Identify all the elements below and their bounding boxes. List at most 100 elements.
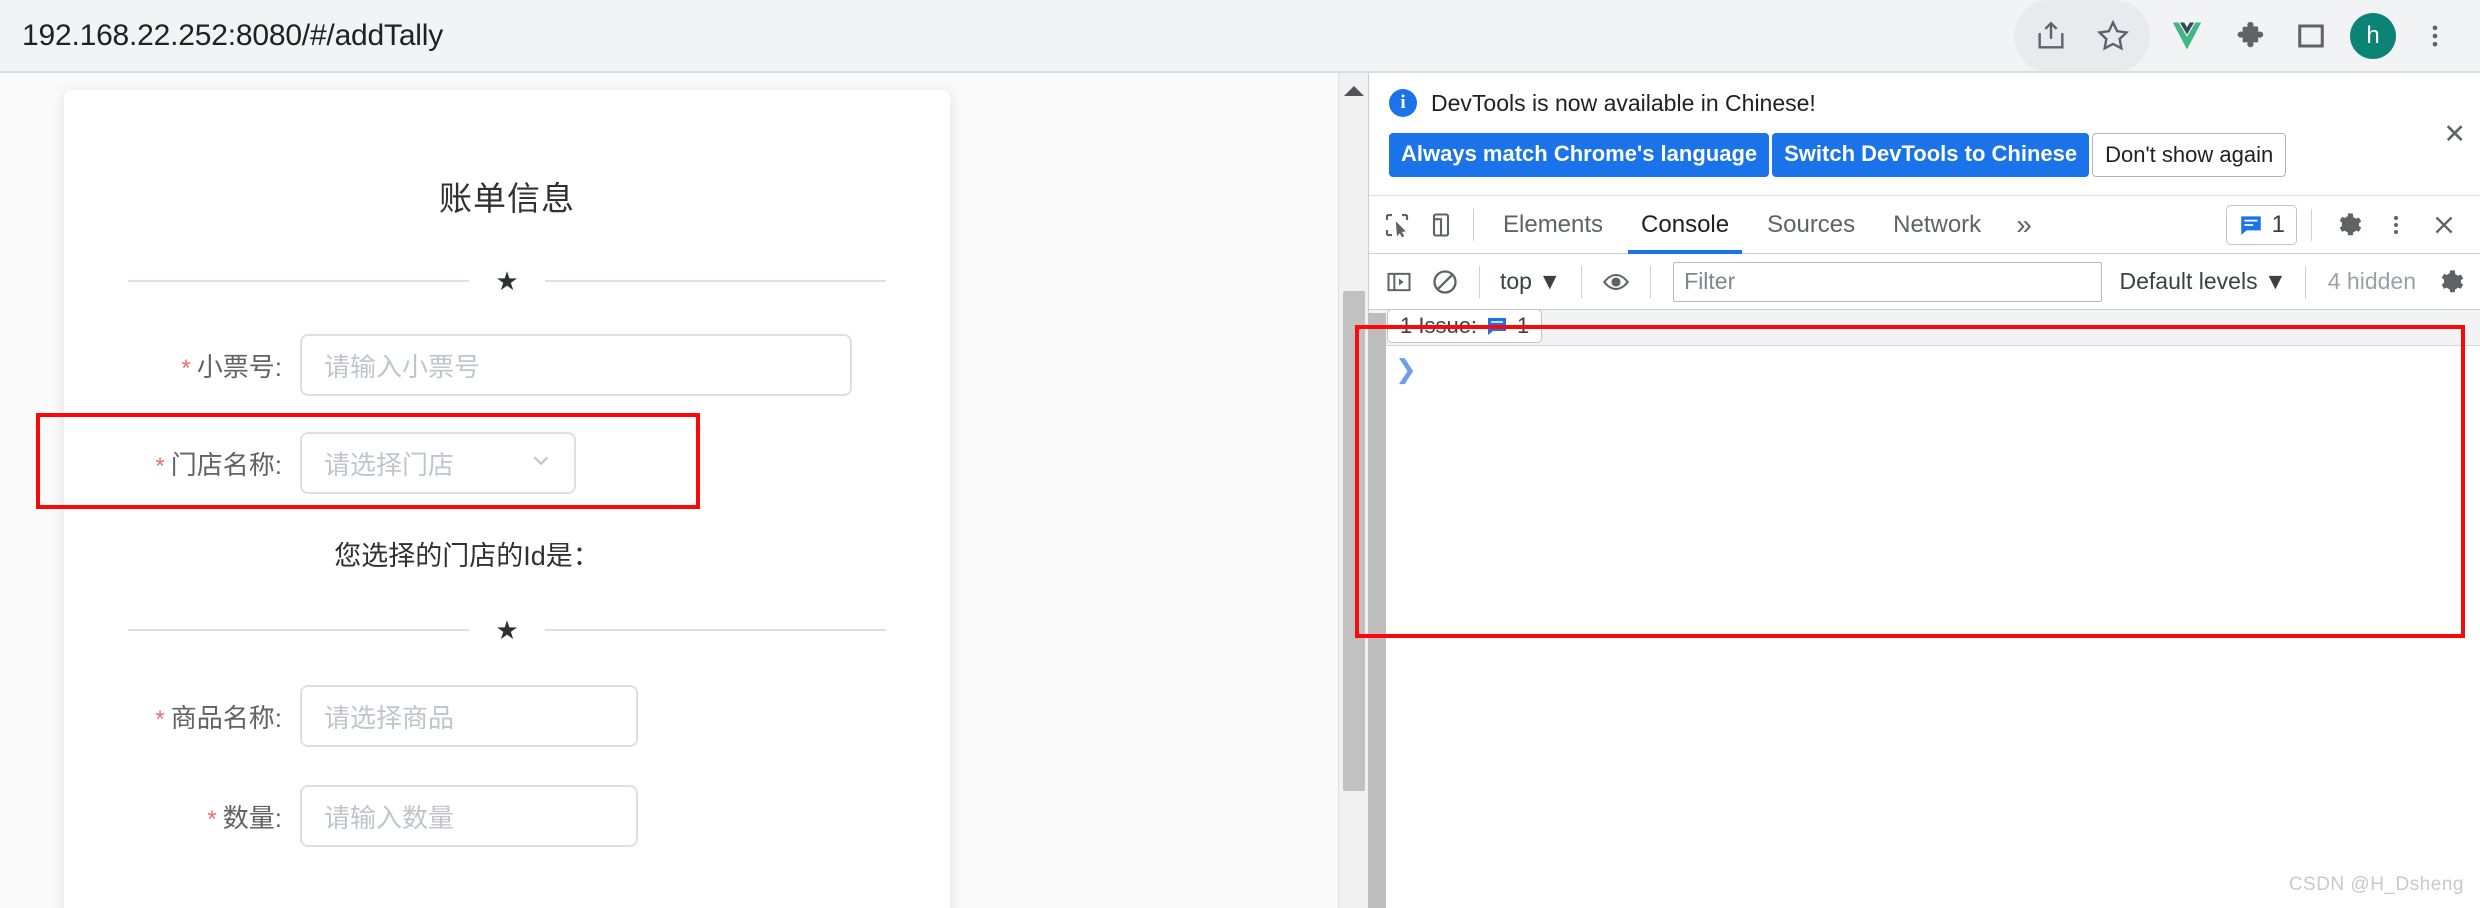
product-name-input[interactable]: 请选择商品 bbox=[300, 685, 638, 747]
console-filter-input[interactable]: Filter bbox=[1673, 261, 2102, 302]
extension-toolbar: h bbox=[2156, 5, 2480, 67]
info-icon: i bbox=[1389, 89, 1417, 117]
side-panel-icon[interactable] bbox=[2280, 5, 2342, 67]
receipt-number-placeholder: 请输入小票号 bbox=[324, 351, 481, 382]
screenshot-root: 192.168.22.252:8080/#/addTally h 账单信息 ★ … bbox=[0, 0, 2480, 908]
vue-devtools-icon[interactable] bbox=[2156, 5, 2218, 67]
scrollbar-thumb[interactable] bbox=[1343, 291, 1365, 791]
toolbar-divider-2 bbox=[1581, 265, 1583, 298]
hidden-messages-count: 4 hidden bbox=[2327, 268, 2416, 295]
switch-to-chinese-button[interactable]: Switch DevTools to Chinese bbox=[1772, 133, 2090, 178]
issues-label: 1 Issue: bbox=[1400, 312, 1478, 338]
console-issues-bar: 1 Issue: 1 bbox=[1369, 308, 2480, 347]
tab-sources[interactable]: Sources bbox=[1748, 196, 1874, 254]
required-asterisk: * bbox=[207, 805, 217, 833]
console-settings-gear-icon[interactable] bbox=[2428, 260, 2472, 304]
page-scrollbar[interactable] bbox=[1338, 73, 1368, 908]
divider-top: ★ bbox=[64, 268, 950, 294]
divider-line-left bbox=[128, 629, 470, 631]
console-prompt-icon: ❯ bbox=[1395, 354, 1417, 385]
devtools-tab-bar: Elements Console Sources Network » 1 bbox=[1369, 196, 2480, 255]
dont-show-again-button[interactable]: Don't show again bbox=[2092, 133, 2287, 178]
chevron-down-icon: ▼ bbox=[2263, 268, 2287, 295]
browser-toolbar: 192.168.22.252:8080/#/addTally h bbox=[0, 0, 2480, 72]
scroll-up-arrow-icon[interactable] bbox=[1343, 86, 1364, 96]
always-match-language-button[interactable]: Always match Chrome's language bbox=[1389, 133, 1770, 178]
star-icon: ★ bbox=[495, 615, 519, 645]
close-icon[interactable]: ✕ bbox=[2443, 121, 2466, 148]
devtools-panel: i DevTools is now available in Chinese! … bbox=[1368, 73, 2480, 908]
form-row-quantity: * 数量: 请输入数量 bbox=[64, 785, 950, 847]
label-product-name: * 商品名称: bbox=[155, 702, 282, 733]
live-expression-eye-icon[interactable] bbox=[1594, 260, 1638, 304]
watermark: CSDN @H_Dsheng bbox=[2288, 874, 2464, 895]
page-title: 账单信息 bbox=[439, 180, 575, 217]
divider-line-right bbox=[544, 280, 886, 282]
label-store-name: * 门店名称: bbox=[155, 449, 282, 480]
close-devtools-icon[interactable] bbox=[2422, 203, 2466, 247]
inspect-element-icon[interactable] bbox=[1375, 203, 1419, 247]
quantity-input[interactable]: 请输入数量 bbox=[300, 785, 638, 847]
tab-network[interactable]: Network bbox=[1874, 196, 2000, 254]
url-text: 192.168.22.252:8080/#/addTally bbox=[22, 19, 444, 52]
tabbar-divider bbox=[1473, 208, 1474, 241]
device-toolbar-icon[interactable] bbox=[1419, 203, 1463, 247]
star-outline-icon[interactable] bbox=[2082, 5, 2144, 67]
avatar-letter: h bbox=[2350, 13, 2396, 59]
share-icon[interactable] bbox=[2020, 5, 2082, 67]
gear-icon[interactable] bbox=[2326, 203, 2370, 247]
devtools-tabbar-actions: 1 bbox=[2225, 203, 2474, 247]
label-quantity: * 数量: bbox=[207, 802, 282, 833]
required-asterisk: * bbox=[155, 452, 165, 480]
divider-line-right bbox=[544, 629, 886, 631]
three-dot-menu-icon[interactable] bbox=[2404, 5, 2466, 67]
chevron-down-icon[interactable] bbox=[528, 448, 554, 479]
divider-bottom: ★ bbox=[64, 617, 950, 643]
banner-message: DevTools is now available in Chinese! bbox=[1431, 89, 1816, 116]
form-row-receipt-number: * 小票号: 请输入小票号 bbox=[64, 334, 950, 396]
label-receipt-number: * 小票号: bbox=[181, 351, 282, 382]
selected-store-id-note: 您选择的门店的Id是： bbox=[334, 541, 600, 571]
issues-badge-button[interactable]: 1 bbox=[2225, 204, 2297, 245]
omnibox-actions bbox=[2014, 0, 2150, 72]
receipt-number-input[interactable]: 请输入小票号 bbox=[300, 334, 852, 396]
quantity-placeholder: 请输入数量 bbox=[324, 802, 455, 833]
divider-line-left bbox=[128, 280, 470, 282]
form-row-product-name: * 商品名称: 请选择商品 bbox=[64, 685, 950, 747]
tab-elements[interactable]: Elements bbox=[1484, 196, 1622, 254]
console-output-area[interactable]: ❯ bbox=[1369, 346, 2480, 908]
filter-placeholder: Filter bbox=[1684, 268, 1736, 295]
log-levels-select[interactable]: Default levels ▼ bbox=[2114, 268, 2293, 295]
devtools-left-scroll-strip bbox=[1368, 313, 1386, 908]
tab-console[interactable]: Console bbox=[1622, 196, 1748, 254]
star-icon: ★ bbox=[495, 266, 519, 296]
store-name-select[interactable]: 请选择门店 bbox=[300, 432, 576, 494]
web-page-content: 账单信息 ★ * 小票号: 请输入小票号 * 门店名称: 请选择门店 您选择的门… bbox=[0, 73, 1368, 908]
message-icon bbox=[2240, 216, 2261, 235]
issues-summary-button[interactable]: 1 Issue: 1 bbox=[1387, 308, 1543, 343]
address-bar[interactable]: 192.168.22.252:8080/#/addTally bbox=[0, 0, 2014, 72]
avatar[interactable]: h bbox=[2342, 5, 2404, 67]
more-tabs-icon[interactable]: » bbox=[2000, 209, 2048, 241]
toolbar-divider-4 bbox=[2304, 265, 2306, 298]
message-icon bbox=[1488, 317, 1507, 335]
console-toolbar: top ▼ Filter Default levels ▼ 4 hidden bbox=[1369, 254, 2480, 311]
clear-console-icon[interactable] bbox=[1423, 260, 1467, 304]
console-sidebar-toggle-icon[interactable] bbox=[1377, 260, 1421, 304]
banner-message-row: i DevTools is now available in Chinese! bbox=[1389, 89, 2460, 117]
product-name-placeholder: 请选择商品 bbox=[324, 702, 455, 733]
devtools-menu-icon[interactable] bbox=[2374, 203, 2418, 247]
toolbar-divider-1 bbox=[1479, 265, 1480, 298]
chevron-down-icon: ▼ bbox=[1538, 268, 1562, 295]
actions-divider bbox=[2311, 208, 2312, 241]
banner-buttons: Always match Chrome's language Switch De… bbox=[1389, 133, 2460, 178]
puzzle-piece-icon[interactable] bbox=[2218, 5, 2280, 67]
execution-context-select[interactable]: top ▼ bbox=[1492, 268, 1569, 295]
issues-bar-count: 1 bbox=[1517, 312, 1530, 338]
required-asterisk: * bbox=[181, 354, 191, 382]
form-row-store-name: * 门店名称: 请选择门店 bbox=[64, 432, 950, 494]
required-asterisk: * bbox=[155, 705, 165, 733]
devtools-language-banner: i DevTools is now available in Chinese! … bbox=[1369, 73, 2480, 197]
bill-form-card: 账单信息 ★ * 小票号: 请输入小票号 * 门店名称: 请选择门店 您选择的门… bbox=[64, 90, 950, 908]
toolbar-divider-3 bbox=[1650, 265, 1652, 298]
